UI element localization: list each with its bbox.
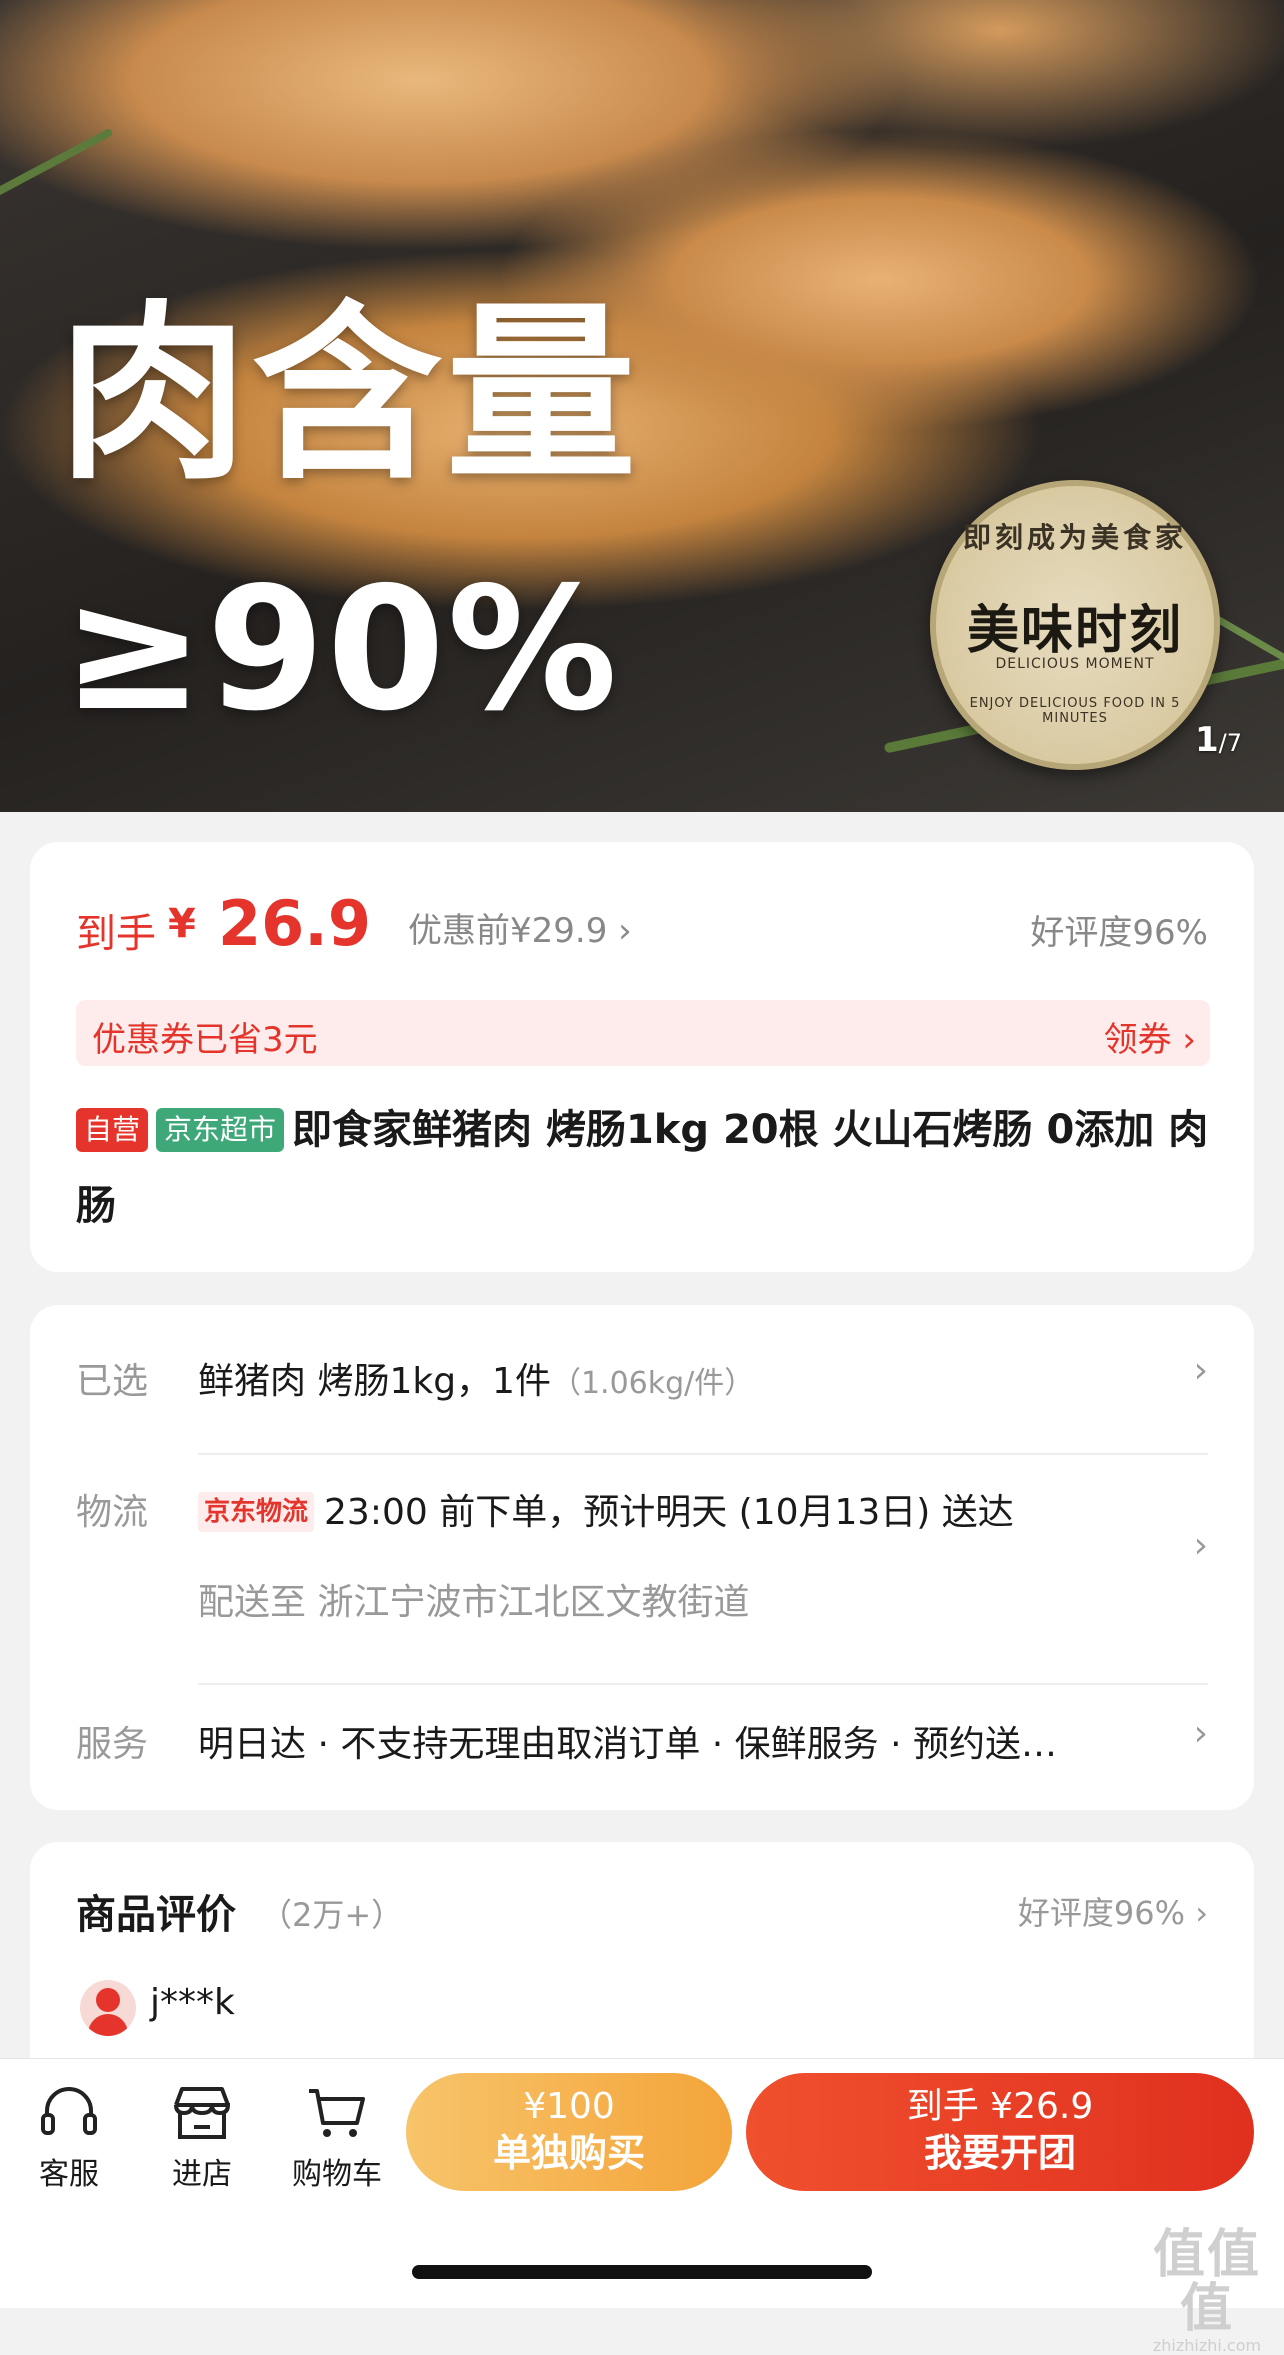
selected-label: 已选 [76, 1361, 149, 1402]
home-indicator[interactable] [412, 2265, 872, 2279]
coupon-banner[interactable]: 优惠券已省3元 领券 › [76, 1000, 1210, 1066]
group-label: 我要开团 [923, 2131, 1076, 2175]
shopping-cart-icon [309, 2089, 365, 2137]
price-amount: 26.9 [218, 887, 371, 960]
seal-main-text: 美味时刻 [966, 601, 1183, 661]
pager-total: /7 [1218, 729, 1243, 757]
logistics-value: 京东物流 23:00 前下单，预计明天 (10月13日) 送达 [198, 1483, 1014, 1535]
seal-bottom-text: ENJOY DELICIOUS FOOD IN 5 MINUTES [969, 696, 1181, 726]
brand-seal-badge: 即刻成为美食家 美味时刻 DELICIOUS MOMENT ENJOY DELI… [930, 480, 1220, 770]
chevron-right-icon: › [1193, 1525, 1208, 1566]
headset-icon [41, 2087, 97, 2135]
avatar-body [88, 2014, 128, 2036]
reviewer-name: j***k [150, 1982, 235, 2023]
chevron-right-icon: › [1193, 1350, 1208, 1391]
hero-headline-meat-content: 肉含量 [58, 284, 641, 505]
price-currency: ¥ [168, 901, 196, 947]
watermark-url: zhizhizhi.com [1152, 2336, 1262, 2355]
image-pager: 1/7 [1195, 720, 1242, 760]
avatar-head [96, 1988, 120, 2012]
customer-service-label: 客服 [39, 2157, 99, 2192]
reviews-rating-link[interactable]: 好评度96% › [1018, 1888, 1208, 1934]
positive-rating: 好评度96% [1030, 913, 1208, 953]
jd-logistics-tag: 京东物流 [198, 1492, 315, 1532]
chevron-right-icon: › [1193, 1713, 1208, 1754]
buy-single-button[interactable]: ¥100 单独购买 [406, 2073, 732, 2191]
service-label: 服务 [76, 1724, 149, 1765]
herb-decoration [0, 127, 114, 201]
price-card: 到手 ¥ 26.9 优惠前¥29.9 › 好评度96% 优惠券已省3元 领券 ›… [30, 842, 1254, 1272]
price-label: 到手 [76, 911, 156, 957]
hero-headline-percentage: ≥90% [62, 551, 620, 749]
reviews-count: （2万+） [260, 1896, 404, 1934]
group-price: 到手 ¥26.9 [906, 2086, 1094, 2127]
store-icon [174, 2087, 231, 2139]
jd-supermarket-tag: 京东超市 [156, 1108, 285, 1152]
cart-button[interactable]: 购物车 [282, 2083, 392, 2193]
watermark-logo: 值值值 [1152, 2225, 1261, 2339]
self-operated-tag: 自营 [76, 1108, 149, 1152]
product-title: 自营 京东超市 即食家鲜猪肉 烤肠1kg 20根 火山石烤肠 0添加 肉肠 [76, 1092, 1210, 1244]
single-price: ¥100 [523, 2086, 615, 2127]
start-group-buy-button[interactable]: 到手 ¥26.9 我要开团 [746, 2073, 1254, 2191]
store-button[interactable]: 进店 [147, 2083, 257, 2193]
service-value: 明日达 · 不支持无理由取消订单 · 保鲜服务 · 预约送… [198, 1724, 1057, 1765]
delivery-estimate: 23:00 前下单，预计明天 (10月13日) 送达 [324, 1492, 1014, 1533]
divider [198, 1453, 1208, 1455]
divider [198, 1683, 1208, 1685]
price-row: 到手 ¥ 26.9 优惠前¥29.9 › 好评度96% [76, 887, 1208, 960]
delivery-address: 配送至 浙江宁波市江北区文教街道 [198, 1582, 750, 1623]
reviews-title: 商品评价 [76, 1892, 236, 1938]
logistics-label: 物流 [76, 1492, 149, 1533]
reviewer-avatar [80, 1980, 136, 2036]
pager-current: 1 [1195, 720, 1219, 760]
options-card: 已选 鲜猪肉 烤肠1kg，1件（1.06kg/件） › 物流 京东物流 23:00… [30, 1305, 1254, 1810]
seal-top-text: 即刻成为美食家 [962, 521, 1187, 554]
seal-sub-text: DELICIOUS MOMENT [995, 656, 1155, 672]
customer-service-button[interactable]: 客服 [14, 2083, 124, 2193]
selected-spec-text: 鲜猪肉 烤肠1kg，1件 [198, 1361, 551, 1402]
site-watermark: 值值值 zhizhizhi.com [1130, 2228, 1284, 2355]
single-label: 单独购买 [492, 2131, 645, 2175]
get-coupon-button[interactable]: 领券 › [1104, 1012, 1196, 1061]
selected-spec-value: 鲜猪肉 烤肠1kg，1件（1.06kg/件） [198, 1352, 754, 1404]
product-image-carousel[interactable]: 肉含量 ≥90% 即刻成为美食家 美味时刻 DELICIOUS MOMENT E… [0, 0, 1284, 812]
store-label: 进店 [172, 2157, 232, 2192]
original-price-link[interactable]: 优惠前¥29.9 › [408, 903, 632, 952]
cart-label: 购物车 [292, 2157, 382, 2192]
coupon-saved-text: 优惠券已省3元 [92, 1020, 318, 1060]
selected-spec-weight: （1.06kg/件） [550, 1366, 755, 1401]
